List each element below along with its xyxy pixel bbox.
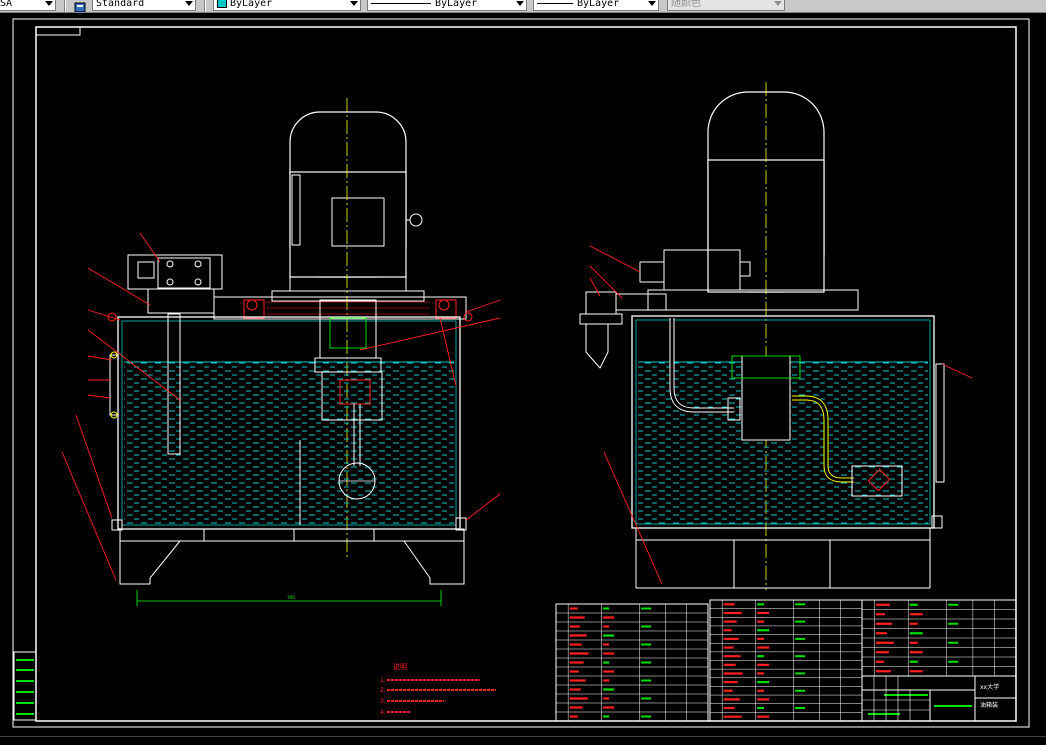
linetype-value: ByLayer (435, 0, 478, 9)
level-gauge (109, 354, 119, 416)
parts-list (555, 599, 1017, 722)
note-1: 1. (380, 677, 386, 684)
title-block: xx大学 油箱装 (861, 675, 1017, 722)
dimstyle-value: SA (0, 0, 13, 9)
side-view (579, 82, 973, 590)
note-4: 4. (380, 709, 386, 716)
title-school: xx大学 (980, 683, 999, 691)
color-swatch (217, 0, 227, 8)
chevron-down-icon (185, 1, 193, 6)
air-filter (585, 291, 617, 315)
cad-drawing: 700 说明 1. 2. 3. 4. xx大学 油箱装 (12, 18, 1030, 728)
drawing-canvas[interactable]: 700 说明 1. 2. 3. 4. xx大学 油箱装 (0, 13, 1046, 741)
textstyle-select[interactable]: Standard (92, 0, 196, 11)
chevron-down-icon (516, 1, 524, 6)
pump-side (741, 355, 791, 441)
color-value: ByLayer (230, 0, 273, 9)
chevron-down-icon (648, 1, 656, 6)
chevron-down-icon (45, 1, 53, 6)
note-2: 2. (380, 687, 386, 694)
level-gauge-side (935, 363, 945, 483)
linetype-select[interactable]: ByLayer (367, 0, 527, 11)
textstyle-value: Standard (96, 0, 145, 9)
lineweight-value: ByLayer (577, 0, 620, 9)
notes-title: 说明 (393, 662, 407, 671)
linetype-swatch (371, 2, 431, 4)
pump (319, 299, 377, 359)
horizontal-scrollbar[interactable] (0, 736, 1046, 742)
chevron-down-icon (350, 1, 358, 6)
plotstyle-value: 随颜色 (671, 0, 701, 9)
technical-notes: 说明 1. 2. 3. 4. (380, 662, 496, 716)
toolbar-separator (64, 0, 66, 12)
width-dimension-label: 700 (287, 595, 295, 600)
frame-corner-tag (35, 26, 81, 36)
dimstyle-select[interactable]: SA (0, 0, 56, 11)
textstyle-icon[interactable] (74, 0, 86, 12)
color-select[interactable]: ByLayer (213, 0, 361, 11)
front-view: 700 (61, 98, 501, 606)
title-drawing: 油箱装 (980, 701, 998, 709)
plotstyle-select[interactable]: 随颜色 (667, 0, 785, 11)
properties-toolbar: SA Standard ByLayer ByLayer ByLayer 随颜色 (0, 0, 1046, 13)
valve-block (127, 254, 223, 290)
toolbar-separator (204, 0, 206, 12)
motor-lifting-eye (409, 213, 423, 227)
revision-block (13, 651, 37, 721)
oil-fill (124, 362, 454, 524)
chevron-down-icon (774, 1, 782, 6)
note-3: 3. (380, 698, 386, 705)
lineweight-select[interactable]: ByLayer (533, 0, 659, 11)
lineweight-swatch (537, 2, 573, 4)
